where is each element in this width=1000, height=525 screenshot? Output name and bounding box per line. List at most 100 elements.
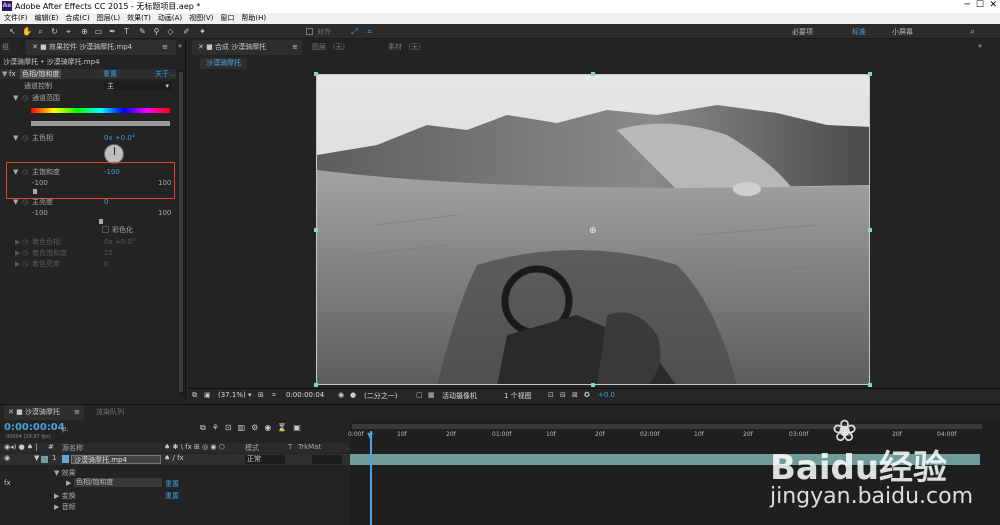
panel-scrollbar[interactable] (178, 70, 184, 395)
reset-link[interactable]: 重置 (103, 69, 117, 79)
master-lightness-value[interactable]: 0 (104, 197, 108, 207)
expand-chevron-icon[interactable]: ▼ (13, 133, 18, 143)
expand-chevron-icon[interactable]: ▶ (54, 503, 62, 511)
expand-chevron-icon[interactable]: ▼ (13, 197, 18, 207)
effect-row-name[interactable]: 色相/饱和度 (74, 478, 162, 487)
tab-close-icon[interactable]: ✕ (198, 43, 206, 51)
rotate-tool-icon[interactable]: ↻ (50, 27, 59, 36)
camera-select[interactable]: 活动摄像机 (442, 391, 477, 401)
trkmat-select[interactable] (312, 455, 342, 464)
pan-behind-tool-icon[interactable]: ⊕ (80, 27, 89, 36)
toggle-pixel-icon[interactable]: ⊡ (548, 391, 554, 399)
menu-composition[interactable]: 合成(C) (65, 13, 89, 24)
transform-handle[interactable] (868, 228, 872, 232)
audio-group[interactable]: ▶ 音频 (54, 502, 76, 512)
menu-effect[interactable]: 效果(T) (127, 13, 151, 24)
transform-reset-link[interactable]: 重置 (165, 491, 179, 501)
exposure-value[interactable]: +0.0 (598, 391, 615, 399)
transform-group[interactable]: ▶ 变换 (54, 491, 76, 501)
timeline-switch-icons[interactable]: ⧉⚘⊡▥⚙◉⌛▣ (200, 423, 307, 433)
current-timecode[interactable]: 0:00:00:04 (286, 391, 324, 399)
workspace-standard[interactable]: 标准 (852, 27, 866, 37)
timeline-tab[interactable]: ✕ ■ 沙漠骑摩托 ≡ (4, 405, 84, 420)
stopwatch-icon[interactable]: ◷ (22, 93, 28, 103)
lightness-slider[interactable] (33, 219, 169, 224)
transform-handle[interactable] (591, 72, 595, 76)
workspace-small-screen[interactable]: 小屏幕 (892, 27, 913, 37)
expand-panels-icon[interactable]: » (978, 42, 982, 50)
close-icon[interactable]: ✕ (989, 0, 997, 10)
chevron-down-icon[interactable]: ▾ (248, 391, 252, 399)
expand-chevron-icon[interactable]: ▶ (66, 479, 71, 487)
workspace-essentials[interactable]: 必要项 (792, 27, 813, 37)
menu-layer[interactable]: 图层(L) (97, 13, 120, 24)
puppet-tool-icon[interactable]: ✦ (198, 27, 207, 36)
maximize-icon[interactable]: ☐ (976, 0, 984, 10)
panel-menu-icon[interactable]: ■ (16, 408, 25, 416)
fast-preview-icon[interactable]: ⊟ (560, 391, 566, 399)
master-saturation-value[interactable]: -100 (104, 167, 120, 177)
panel-options-icon[interactable]: ≡ (74, 405, 80, 420)
transform-handle[interactable] (314, 72, 318, 76)
source-name-header[interactable]: 源名称 (62, 443, 83, 453)
effect-header-row[interactable]: ▼ fx 色相/饱和度 重置 关于... (0, 69, 176, 79)
saturation-slider[interactable] (33, 189, 169, 194)
transform-handle[interactable] (591, 383, 595, 387)
tab-close-icon[interactable]: ✕ (32, 43, 40, 51)
snap-checkbox[interactable] (306, 28, 313, 35)
color-channel-icon[interactable]: ● (350, 391, 356, 399)
work-area-bar[interactable] (352, 424, 982, 429)
mode-header[interactable]: 模式 (245, 443, 259, 453)
text-tool-icon[interactable]: T (122, 27, 131, 36)
region-of-interest-icon[interactable]: ▢ (416, 391, 423, 399)
minimize-icon[interactable]: ─ (965, 0, 970, 10)
composition-tab[interactable]: ✕ ■ 合成 沙漠骑摩托 ≡ (192, 40, 302, 55)
views-select[interactable]: 1 个视图 (504, 391, 532, 401)
transform-handle[interactable] (314, 228, 318, 232)
grid-icon[interactable]: ▣ (204, 391, 211, 399)
eraser-tool-icon[interactable]: ◇ (166, 27, 175, 36)
timeline-search-input[interactable]: ρ. (62, 425, 152, 434)
comp-chip[interactable]: 沙漠骑摩托 (200, 58, 247, 69)
timeline-icon[interactable]: ⊠ (572, 391, 578, 399)
menu-edit[interactable]: 编辑(E) (35, 13, 59, 24)
snapshot-icon[interactable]: ◉ (338, 391, 344, 399)
effects-group[interactable]: ▼ 效果 (54, 468, 76, 478)
expand-panels-icon[interactable]: » (178, 42, 182, 50)
stopwatch-icon[interactable]: ◷ (22, 237, 28, 247)
flowchart-icon[interactable]: ✪ (584, 391, 590, 399)
zoom-tool-icon[interactable]: ⌕ (36, 27, 45, 36)
playhead-icon[interactable]: ▼ (367, 431, 373, 440)
playhead[interactable] (370, 431, 372, 525)
hand-tool-icon[interactable]: ✋ (22, 27, 32, 36)
stopwatch-icon[interactable]: ◷ (22, 167, 28, 177)
selection-tool-icon[interactable]: ↖ (8, 27, 17, 36)
visibility-icon[interactable]: ◉ (4, 454, 10, 462)
layer-row[interactable]: ◉ ▼ 1 沙漠骑摩托.mp4 ♠ / fx 正常 (0, 454, 350, 465)
search-help-icon[interactable]: ⌕ (968, 27, 977, 36)
project-panel-tab[interactable]: 组 (0, 40, 20, 55)
timeline-timecode[interactable]: 0:00:00:04 (4, 422, 65, 433)
label-color-swatch[interactable] (41, 456, 48, 463)
transform-handle[interactable] (868, 72, 872, 76)
safe-zones-icon[interactable]: ⌗ (272, 391, 276, 400)
zoom-select[interactable]: (37.1%) (218, 391, 246, 399)
hue-dial[interactable] (104, 144, 124, 164)
effect-name[interactable]: 色相/饱和度 (20, 69, 62, 79)
blend-mode-select[interactable]: 正常 (245, 455, 285, 464)
expand-chevron-icon[interactable]: ▶ (54, 492, 62, 500)
transform-handle[interactable] (868, 383, 872, 387)
menu-file[interactable]: 文件(F) (4, 13, 28, 24)
layer-tab[interactable]: 图层 （无） (306, 40, 366, 55)
expand-chevron-icon[interactable]: ▼ (2, 69, 7, 79)
transparency-grid-icon[interactable]: ▦ (428, 391, 435, 399)
roto-brush-tool-icon[interactable]: ✐ (182, 27, 191, 36)
expand-chevron-icon[interactable]: ▼ (34, 454, 39, 462)
transform-handle[interactable] (314, 383, 318, 387)
channel-control-select[interactable]: 主 ▾ (104, 81, 172, 90)
layer-switches-icons[interactable]: ♠ / fx (164, 454, 184, 462)
panel-menu-icon[interactable]: ■ (40, 43, 49, 51)
menu-help[interactable]: 帮助(H) (241, 13, 266, 24)
tab-close-icon[interactable]: ✕ (8, 408, 16, 416)
camera-tool-icon[interactable]: ⌖ (64, 27, 73, 36)
